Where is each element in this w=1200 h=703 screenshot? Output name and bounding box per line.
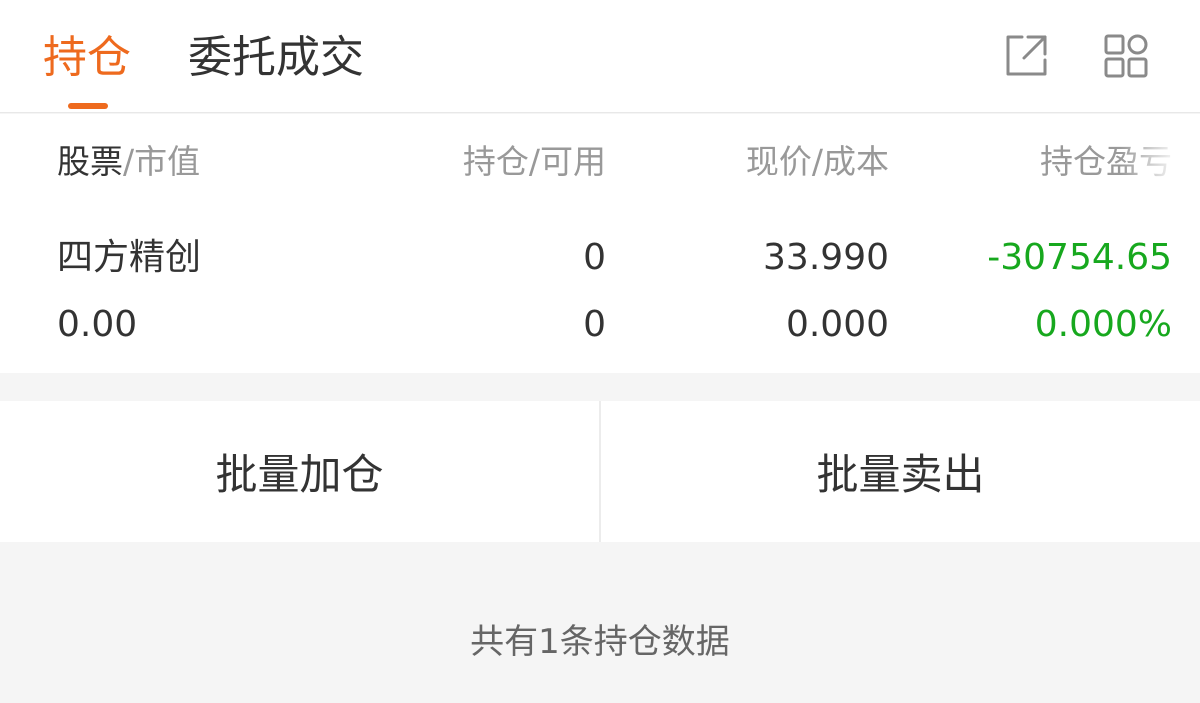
holdings-count-text: 共有1条持仓数据 (470, 622, 730, 662)
current-price: 33.990 (763, 237, 889, 278)
header-price-cost: 现价/成本 (745, 142, 889, 181)
tab-orders-trades[interactable]: 委托成交 (188, 30, 364, 86)
pnl-percent: 0.000% (1034, 304, 1172, 345)
header-stock-market-value: 股票/市值 (57, 142, 201, 181)
active-tab-indicator (68, 103, 108, 109)
pnl-amount: -30754.65 (987, 237, 1172, 278)
batch-actions: 批量加仓 批量卖出 (0, 401, 1200, 542)
top-bar: 持仓 委托成交 (0, 0, 1200, 113)
batch-sell-button[interactable]: 批量卖出 (601, 401, 1200, 542)
available-qty: 0 (583, 304, 606, 345)
apps-grid-icon[interactable] (1100, 30, 1152, 82)
market-value: 0.00 (57, 304, 138, 345)
stock-name: 四方精创 (57, 237, 202, 278)
header-fade-mask (1120, 130, 1200, 190)
tab-holdings[interactable]: 持仓 (43, 30, 131, 86)
position-qty: 0 (583, 237, 606, 278)
cost-price: 0.000 (785, 304, 889, 345)
share-icon[interactable] (1000, 30, 1052, 82)
section-divider (0, 373, 1200, 401)
header-position-available: 持仓/可用 (462, 142, 606, 181)
batch-add-button[interactable]: 批量加仓 (0, 401, 599, 542)
